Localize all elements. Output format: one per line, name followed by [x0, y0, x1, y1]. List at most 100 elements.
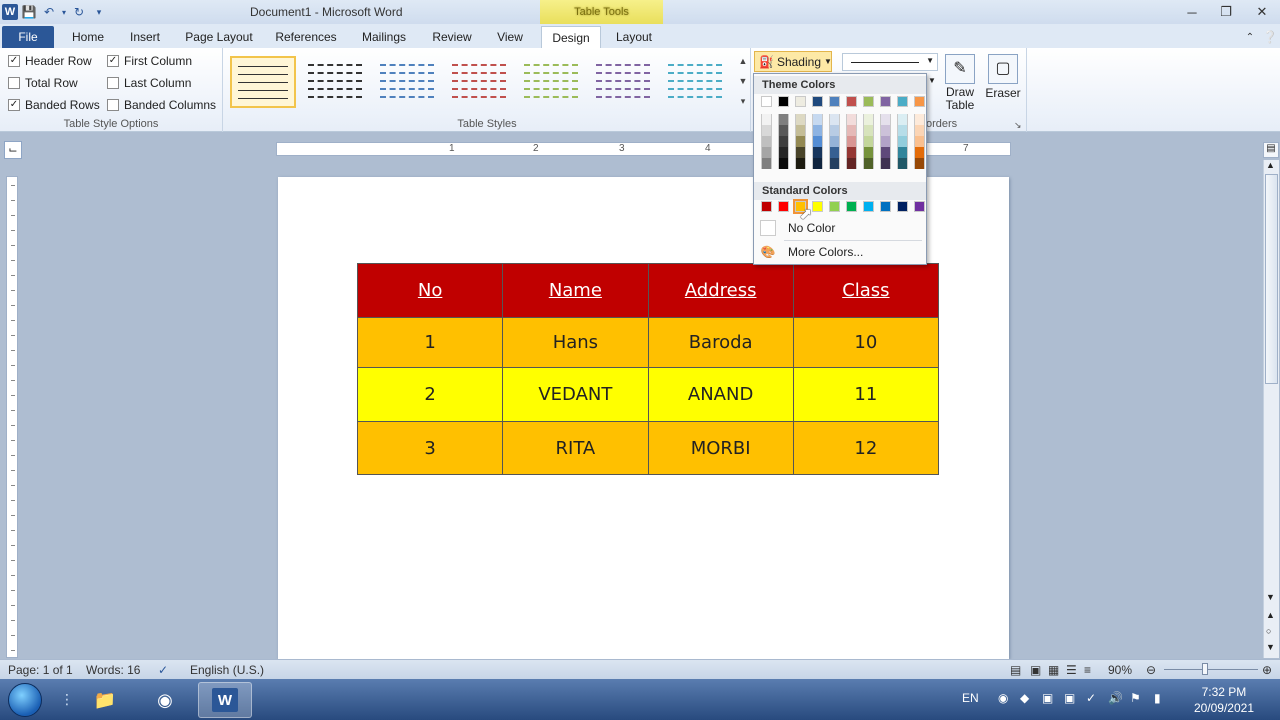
total-row-checkbox[interactable]: Total Row	[8, 76, 78, 90]
standard-color-swatch[interactable]	[778, 201, 789, 212]
browse-object-icon[interactable]: ○	[1266, 626, 1271, 636]
table-cell[interactable]: 11	[792, 367, 940, 422]
minimize-icon[interactable]: ─	[1178, 2, 1206, 22]
theme-color-swatch[interactable]	[761, 136, 772, 147]
undo-icon[interactable]: ↶	[40, 3, 58, 21]
line-style-dropdown[interactable]: ▼	[842, 53, 938, 71]
theme-color-swatch[interactable]	[829, 158, 840, 169]
tray-app-icon[interactable]: ▣	[1042, 691, 1053, 705]
document-table[interactable]: No Name Address Class 1 Hans Baroda 10 2…	[356, 263, 940, 475]
gallery-more-icon[interactable]: ▾	[736, 96, 750, 112]
standard-color-swatch[interactable]	[880, 201, 891, 212]
tab-selector[interactable]: ⌙	[4, 141, 22, 159]
print-layout-icon[interactable]: ▤	[1010, 663, 1021, 677]
table-cell[interactable]: Class	[792, 263, 940, 318]
zoom-level[interactable]: 90%	[1108, 663, 1132, 677]
theme-color-swatch[interactable]	[880, 158, 891, 169]
zoom-slider[interactable]	[1164, 669, 1258, 670]
theme-color-swatch[interactable]	[778, 136, 789, 147]
table-row[interactable]: 1 Hans Baroda 10	[356, 317, 940, 368]
theme-color-swatch[interactable]	[880, 96, 891, 107]
help-icon[interactable]: ❔	[1256, 27, 1280, 47]
theme-color-swatch[interactable]	[846, 147, 857, 158]
theme-color-swatch[interactable]	[778, 147, 789, 158]
flag-icon[interactable]: ⚑	[1130, 691, 1141, 705]
customize-qat-icon[interactable]: ▾	[90, 3, 108, 21]
theme-color-swatch[interactable]	[914, 158, 925, 169]
theme-color-swatch[interactable]	[914, 96, 925, 107]
theme-color-swatch[interactable]	[846, 125, 857, 136]
vertical-scrollbar[interactable]: ▲ ▼ ▲ ○ ▼	[1263, 160, 1279, 658]
theme-color-swatch[interactable]	[863, 147, 874, 158]
theme-color-swatch[interactable]	[846, 96, 857, 107]
tab-home[interactable]: Home	[68, 26, 108, 48]
table-cell[interactable]: 3	[356, 421, 504, 475]
zoom-out-icon[interactable]: ⊖	[1146, 663, 1156, 677]
theme-color-swatch[interactable]	[897, 114, 908, 125]
standard-color-swatch[interactable]	[914, 201, 925, 212]
tab-page-layout[interactable]: Page Layout	[182, 26, 256, 48]
theme-color-swatch[interactable]	[795, 158, 806, 169]
table-style-thumbnail[interactable]	[302, 56, 368, 108]
tray-app-icon[interactable]: ▣	[1064, 691, 1075, 705]
network-icon[interactable]: ▮	[1154, 691, 1161, 705]
zoom-in-icon[interactable]: ⊕	[1262, 663, 1272, 677]
tab-view[interactable]: View	[492, 26, 528, 48]
standard-color-swatch[interactable]	[829, 201, 840, 212]
table-cell[interactable]: No	[356, 263, 504, 318]
theme-color-swatch[interactable]	[880, 114, 891, 125]
zoom-slider-thumb[interactable]	[1202, 663, 1208, 675]
scroll-down-icon[interactable]: ▼	[1266, 592, 1275, 602]
prev-page-icon[interactable]: ▲	[1266, 610, 1275, 620]
theme-color-swatch[interactable]	[778, 158, 789, 169]
theme-color-swatch[interactable]	[846, 136, 857, 147]
chrome-taskbar-icon[interactable]: ◉	[138, 682, 192, 718]
more-colors-menu-item[interactable]: 🎨 More Colors...	[754, 241, 926, 263]
theme-color-swatch[interactable]	[880, 125, 891, 136]
theme-color-swatch[interactable]	[880, 147, 891, 158]
theme-color-swatch[interactable]	[778, 125, 789, 136]
theme-color-swatch[interactable]	[829, 136, 840, 147]
draft-icon[interactable]: ≡	[1084, 663, 1091, 677]
tray-app-icon[interactable]: ◆	[1020, 691, 1029, 705]
table-cell[interactable]: ANAND	[647, 367, 794, 422]
shading-button[interactable]: ⛽ Shading ▼	[754, 51, 832, 72]
theme-color-swatch[interactable]	[914, 114, 925, 125]
save-icon[interactable]: 💾	[20, 3, 38, 21]
tab-design[interactable]: Design	[541, 26, 601, 48]
table-cell[interactable]: Address	[647, 263, 794, 318]
tab-review[interactable]: Review	[428, 26, 476, 48]
theme-color-swatch[interactable]	[897, 125, 908, 136]
table-cell[interactable]: 1	[356, 317, 504, 368]
header-row-checkbox[interactable]: ✓ Header Row	[8, 54, 92, 68]
table-cell[interactable]: 10	[792, 317, 940, 368]
table-style-thumbnail[interactable]	[518, 56, 584, 108]
theme-color-swatch[interactable]	[795, 147, 806, 158]
table-style-thumbnail[interactable]	[662, 56, 728, 108]
table-style-thumbnail[interactable]	[230, 56, 296, 108]
theme-color-swatch[interactable]	[846, 158, 857, 169]
table-cell[interactable]: Baroda	[647, 317, 794, 368]
theme-color-swatch[interactable]	[778, 114, 789, 125]
tab-file[interactable]: File	[2, 26, 54, 48]
standard-color-swatch[interactable]	[812, 201, 823, 212]
theme-color-swatch[interactable]	[812, 96, 823, 107]
table-style-thumbnail[interactable]	[590, 56, 656, 108]
standard-color-swatch[interactable]	[846, 201, 857, 212]
tray-app-icon[interactable]: ◉	[998, 691, 1008, 705]
theme-color-swatch[interactable]	[778, 96, 789, 107]
theme-color-swatch[interactable]	[812, 136, 823, 147]
theme-color-swatch[interactable]	[863, 158, 874, 169]
theme-color-swatch[interactable]	[812, 147, 823, 158]
keyboard-language[interactable]: EN	[962, 691, 979, 705]
theme-color-swatch[interactable]	[863, 96, 874, 107]
theme-color-swatch[interactable]	[812, 114, 823, 125]
draw-table-button[interactable]: ✎ Draw Table	[940, 54, 980, 112]
no-color-menu-item[interactable]: No Color	[754, 217, 926, 239]
theme-color-swatch[interactable]	[846, 114, 857, 125]
table-header-row[interactable]: No Name Address Class	[356, 263, 940, 318]
start-button[interactable]	[8, 683, 42, 717]
theme-color-swatch[interactable]	[897, 136, 908, 147]
undo-dropdown-icon[interactable]: ▾	[60, 3, 68, 21]
first-column-checkbox[interactable]: ✓ First Column	[107, 54, 192, 68]
